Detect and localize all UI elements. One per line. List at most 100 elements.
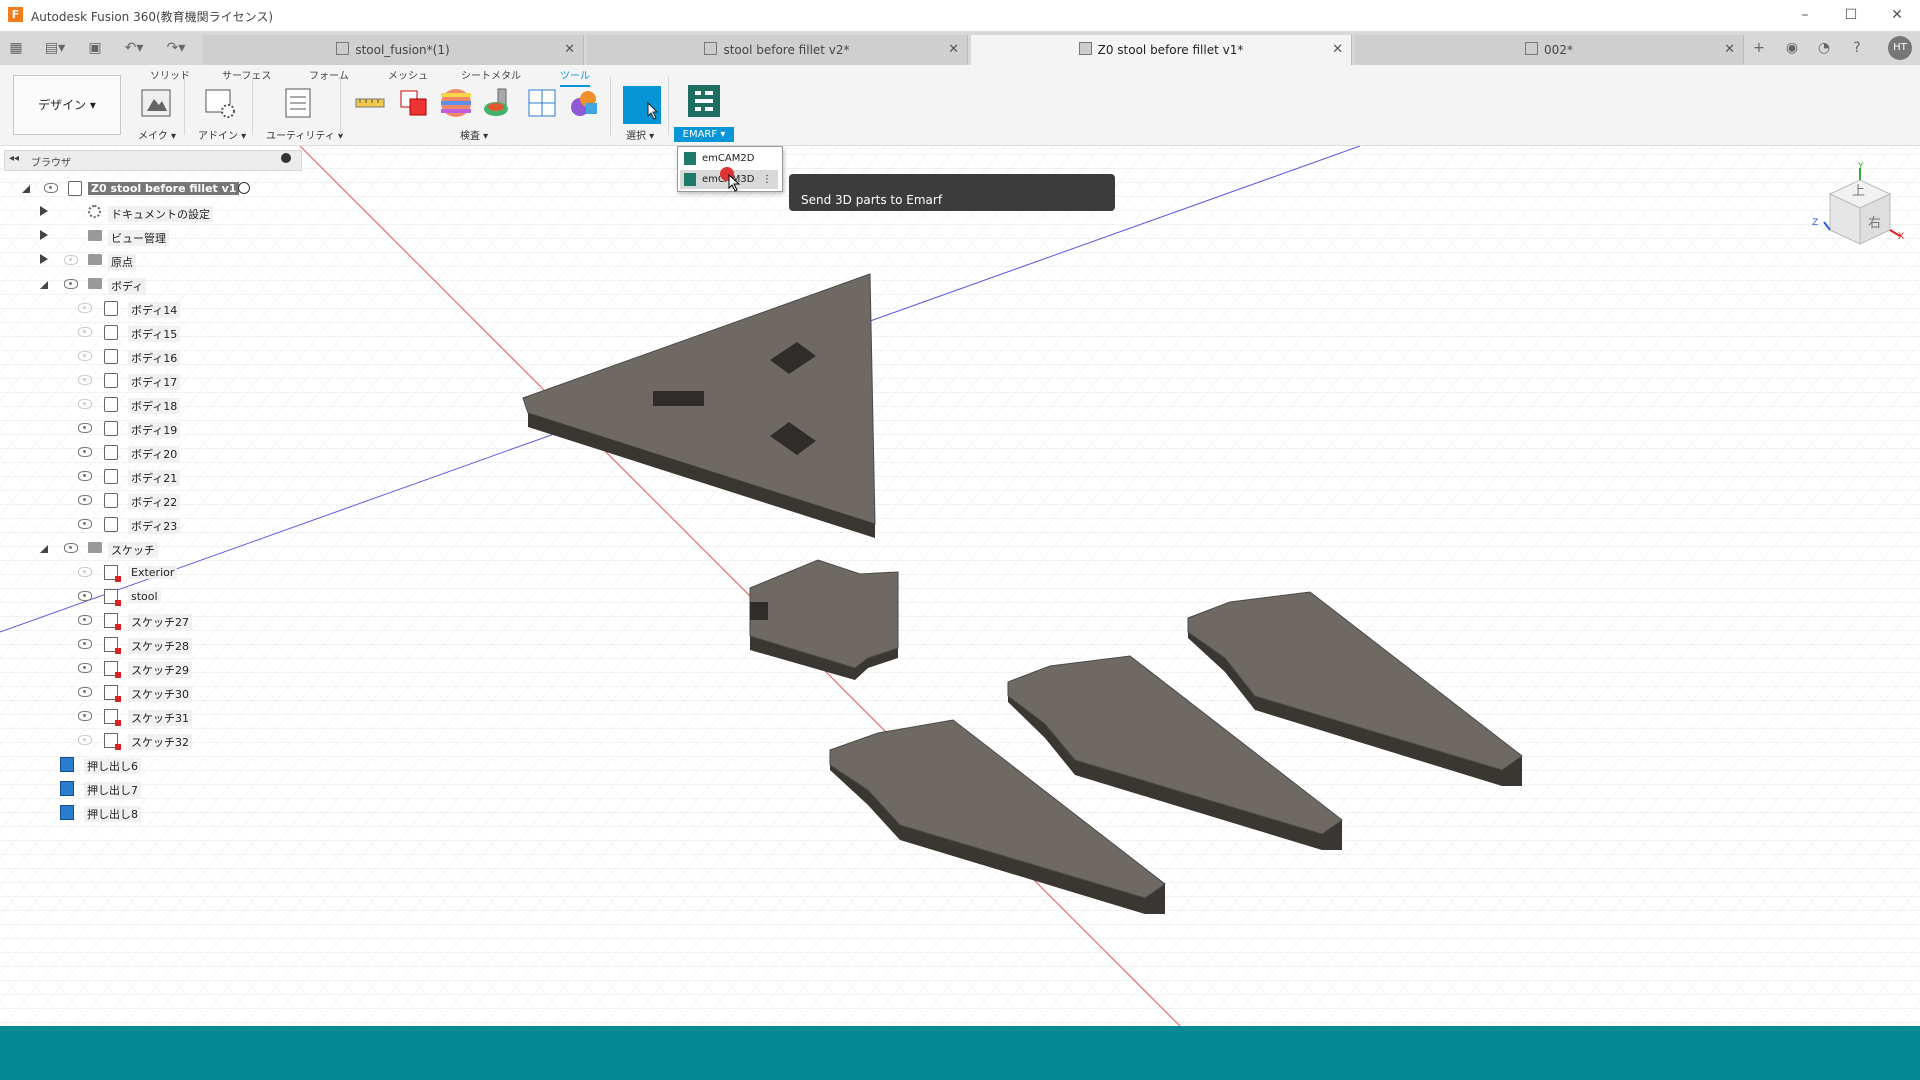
visibility-eye-icon[interactable] [78, 735, 92, 745]
visibility-eye-icon[interactable] [78, 591, 92, 601]
sketch-item[interactable]: スケッチ28 [0, 635, 300, 655]
browser-node-3[interactable]: ボディ [0, 275, 300, 295]
tab-surface[interactable]: サーフェス [222, 67, 271, 82]
minimize-button[interactable]: – [1790, 4, 1820, 26]
visibility-eye-icon[interactable] [64, 255, 78, 265]
redo-icon[interactable]: ↷▾ [160, 37, 192, 59]
save-icon[interactable]: ▣ [84, 37, 106, 59]
interference-icon[interactable] [398, 87, 430, 119]
maximize-button[interactable]: ☐ [1836, 4, 1866, 26]
browser-node-14[interactable]: スケッチ [0, 539, 300, 559]
file-menu-icon[interactable]: ▤▾ [40, 37, 70, 59]
workspace-switcher[interactable]: デザイン ▾ [13, 75, 121, 135]
body-item[interactable]: ボディ17 [0, 371, 300, 391]
visibility-eye-icon[interactable] [78, 711, 92, 721]
grid-menu-icon[interactable]: ▦ [5, 37, 27, 59]
body-item[interactable]: ボディ19 [0, 419, 300, 439]
visibility-eye-icon[interactable] [64, 279, 78, 289]
close-window-button[interactable]: ✕ [1882, 4, 1912, 26]
emarf-dropdown-button[interactable]: EMARF ▾ [674, 127, 734, 142]
help-icon[interactable]: ? [1846, 37, 1868, 59]
menu-item-emcam3d[interactable]: emCAM3D ⋮ [680, 167, 778, 192]
tab-close-icon[interactable]: ✕ [1332, 35, 1343, 65]
component-color-icon[interactable] [568, 87, 600, 119]
visibility-eye-icon[interactable] [78, 495, 92, 505]
activate-radio-icon[interactable] [238, 182, 250, 194]
tab-close-icon[interactable]: ✕ [948, 35, 959, 65]
timeline-feature-item[interactable]: 押し出し6 [0, 755, 300, 775]
visibility-eye-icon[interactable] [78, 375, 92, 385]
zebra-analysis-icon[interactable] [440, 87, 472, 119]
visibility-eye-icon[interactable] [78, 687, 92, 697]
body-item[interactable]: ボディ18 [0, 395, 300, 415]
tab-tools[interactable]: ツール [560, 67, 590, 87]
viewcube-top-face[interactable]: 上 [1852, 180, 1865, 199]
new-tab-icon[interactable]: + [1748, 37, 1770, 59]
measure-icon[interactable] [354, 87, 386, 119]
sketch-item[interactable]: stool [0, 587, 300, 607]
doc-tab-2[interactable]: Z0 stool before fillet v1* ✕ [971, 35, 1352, 65]
utility-label[interactable]: ユーティリティ ▾ [266, 127, 343, 142]
visibility-eye-icon[interactable] [78, 303, 92, 313]
curvature-analysis-icon[interactable] [482, 87, 514, 119]
browser-node-0[interactable]: ドキュメントの設定 [0, 203, 300, 223]
user-avatar[interactable]: HT [1888, 36, 1912, 60]
visibility-eye-icon[interactable] [78, 639, 92, 649]
undo-icon[interactable]: ↶▾ [118, 37, 150, 59]
make-label[interactable]: メイク ▾ [138, 127, 176, 142]
viewcube-right-face[interactable]: 右 [1868, 212, 1881, 231]
tab-mesh[interactable]: メッシュ [388, 67, 428, 82]
doc-tab-0[interactable]: stool_fusion*(1) ✕ [203, 35, 584, 65]
utility-icon[interactable] [282, 87, 314, 119]
body-item[interactable]: ボディ21 [0, 467, 300, 487]
viewcube[interactable]: 上 右 Y X Z [1808, 162, 1908, 254]
doc-tab-3[interactable]: 002* ✕ [1355, 35, 1744, 65]
inspect-label[interactable]: 検査 ▾ [460, 127, 488, 142]
tab-close-icon[interactable]: ✕ [564, 35, 575, 65]
addins-icon[interactable] [204, 87, 236, 119]
body-item[interactable]: ボディ15 [0, 323, 300, 343]
tab-close-icon[interactable]: ✕ [1724, 35, 1735, 65]
expand-arrow-icon[interactable] [40, 254, 48, 264]
make-3dprint-icon[interactable] [140, 87, 172, 119]
more-options-icon[interactable]: ⋮ [762, 170, 772, 189]
body-item[interactable]: ボディ20 [0, 443, 300, 463]
doc-tab-1[interactable]: stool before fillet v2* ✕ [587, 35, 968, 65]
body-item[interactable]: ボディ16 [0, 347, 300, 367]
sketch-item[interactable]: Exterior [0, 563, 300, 583]
visibility-eye-icon[interactable] [78, 327, 92, 337]
visibility-eye-icon[interactable] [64, 543, 78, 553]
sketch-item[interactable]: スケッチ27 [0, 611, 300, 631]
sketch-item[interactable]: スケッチ32 [0, 731, 300, 751]
visibility-eye-icon[interactable] [78, 567, 92, 577]
body-item[interactable]: ボディ14 [0, 299, 300, 319]
select-label[interactable]: 選択 ▾ [626, 127, 654, 142]
visibility-eye-icon[interactable] [78, 423, 92, 433]
menu-item-emcam2d[interactable]: emCAM2D [680, 149, 778, 168]
visibility-eye-icon[interactable] [78, 471, 92, 481]
sketch-item[interactable]: スケッチ31 [0, 707, 300, 727]
visibility-eye-icon[interactable] [44, 183, 58, 193]
job-status-icon[interactable]: ◔ [1813, 37, 1835, 59]
collapse-arrow-icon[interactable] [40, 545, 48, 553]
extensions-icon[interactable]: ◉ [1781, 37, 1803, 59]
select-button[interactable] [623, 86, 661, 124]
addins-label[interactable]: アドイン ▾ [198, 127, 246, 142]
collapse-arrow-icon[interactable] [22, 185, 30, 193]
visibility-eye-icon[interactable] [78, 447, 92, 457]
body-item[interactable]: ボディ23 [0, 515, 300, 535]
tab-sheetmetal[interactable]: シートメタル [461, 67, 521, 82]
visibility-eye-icon[interactable] [78, 519, 92, 529]
sketch-item[interactable]: スケッチ29 [0, 659, 300, 679]
timeline-feature-item[interactable]: 押し出し7 [0, 779, 300, 799]
body-item[interactable]: ボディ22 [0, 491, 300, 511]
section-analysis-icon[interactable] [526, 87, 558, 119]
browser-node-1[interactable]: ビュー管理 [0, 227, 300, 247]
timeline-feature-item[interactable]: 押し出し8 [0, 803, 300, 823]
sketch-item[interactable]: スケッチ30 [0, 683, 300, 703]
visibility-eye-icon[interactable] [78, 399, 92, 409]
minimize-browser-icon[interactable] [281, 153, 291, 163]
expand-arrow-icon[interactable] [40, 230, 48, 240]
tab-form[interactable]: フォーム [309, 67, 349, 82]
collapse-arrow-icon[interactable] [40, 281, 48, 289]
